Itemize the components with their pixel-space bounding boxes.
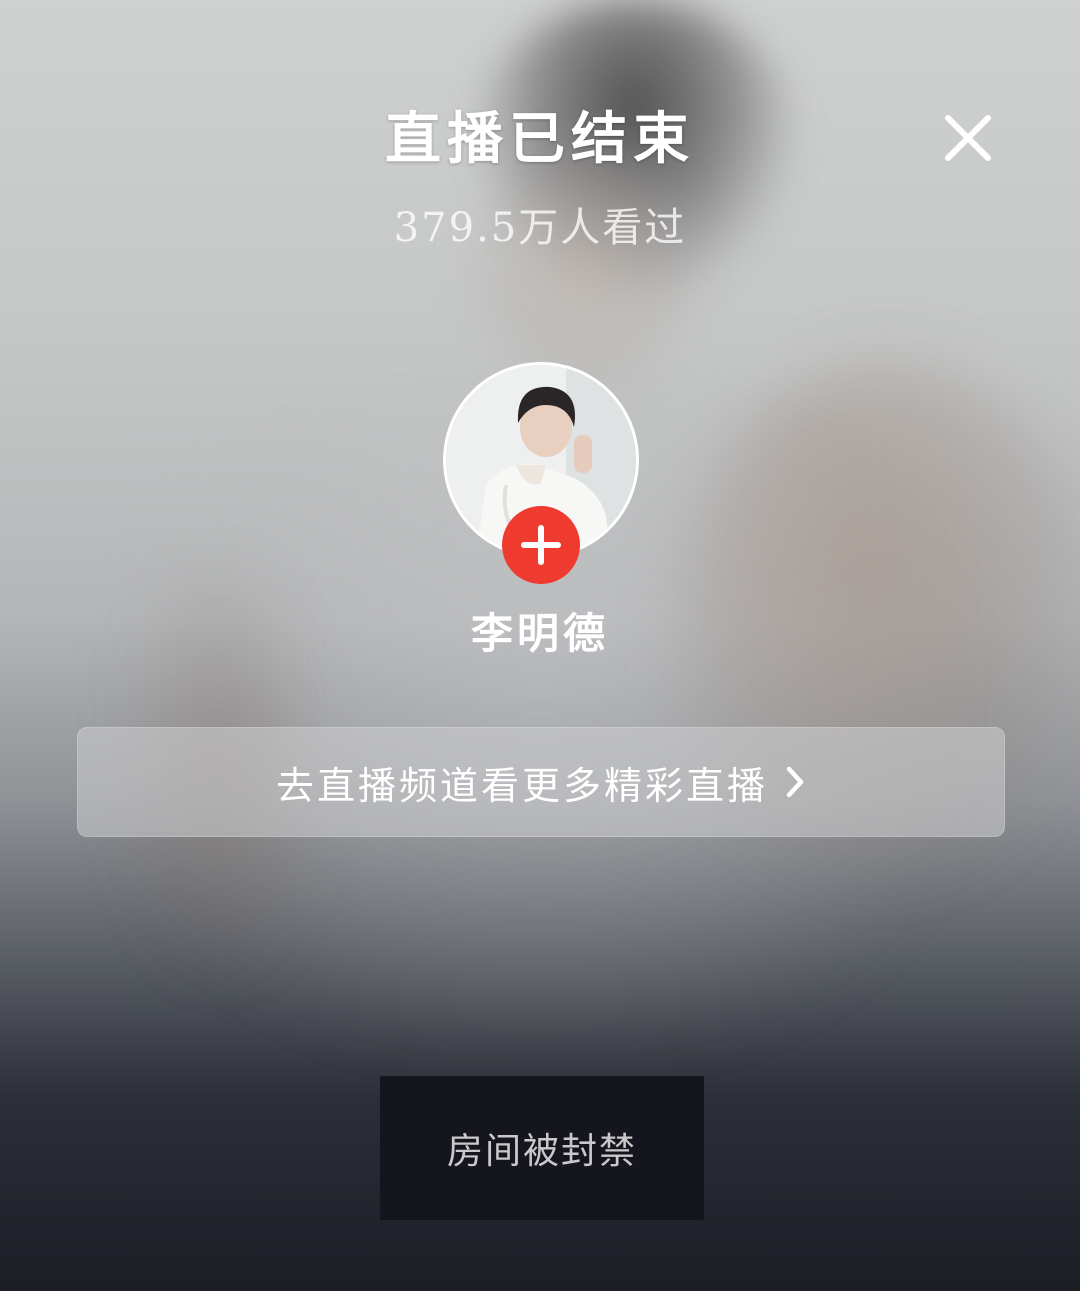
streamer-name: 李明德 xyxy=(470,609,609,658)
chevron-right-icon xyxy=(784,765,806,799)
background-blur-face xyxy=(470,140,700,400)
live-ended-screen: 直播已结束 379.5万人看过 李明德 去直播频道看更多精彩直播 房间被封禁 xyxy=(0,0,1080,1291)
viewer-count: 379.5万人看过 xyxy=(393,205,687,251)
room-banned-text: 房间被封禁 xyxy=(446,1131,637,1172)
live-channel-label: 去直播频道看更多精彩直播 xyxy=(275,763,768,808)
follow-button[interactable] xyxy=(502,506,580,584)
streamer-avatar-group xyxy=(443,362,639,584)
room-banned-notice: 房间被封禁 xyxy=(380,1076,704,1220)
plus-icon xyxy=(502,506,580,584)
page-title: 直播已结束 xyxy=(385,106,695,172)
close-button[interactable] xyxy=(938,108,998,168)
live-channel-button[interactable]: 去直播频道看更多精彩直播 xyxy=(77,727,1005,837)
close-icon xyxy=(938,108,998,168)
